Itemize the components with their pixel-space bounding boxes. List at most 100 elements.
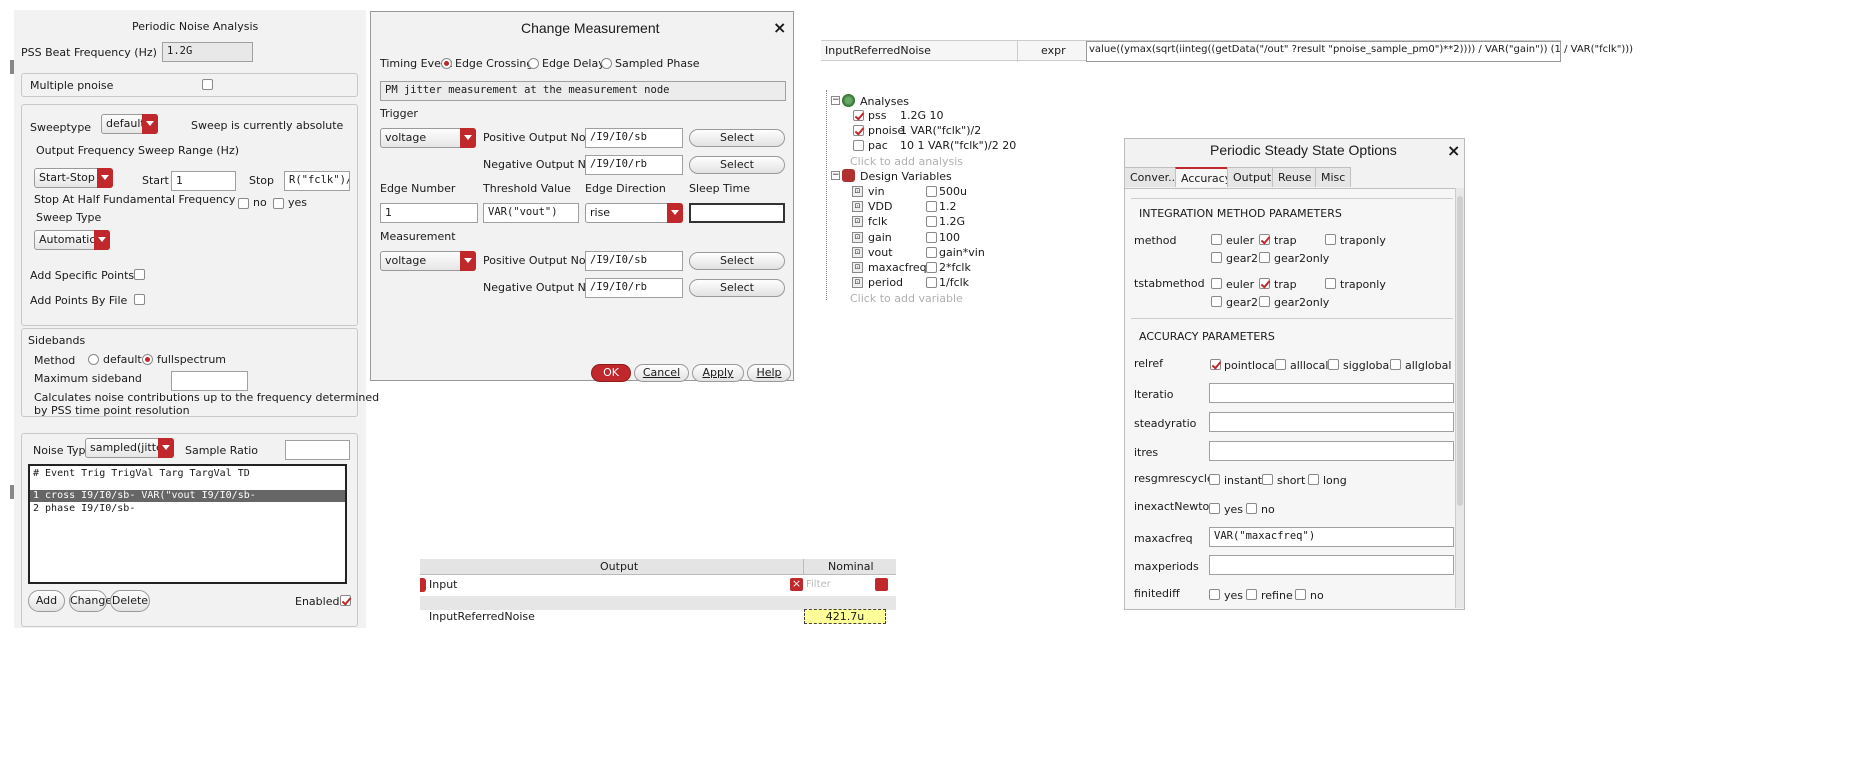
- help-button[interactable]: Help: [747, 364, 791, 382]
- trigger-neg-field[interactable]: /I9/I0/rb: [585, 155, 683, 175]
- table-row[interactable]: 1 cross I9/I0/sb- VAR("vout I9/I0/sb-: [33, 490, 256, 501]
- tstab-gear2only-checkbox[interactable]: [1259, 296, 1270, 307]
- pss-tab[interactable]: Reuse: [1272, 167, 1318, 187]
- meas-neg-select-button[interactable]: Select: [689, 279, 785, 297]
- analysis-1-checkbox[interactable]: [853, 125, 864, 136]
- inexact-yes-checkbox[interactable]: [1209, 503, 1220, 514]
- trigger-pos-select-button[interactable]: Select: [689, 129, 785, 147]
- pss-tab[interactable]: Misc: [1315, 167, 1352, 187]
- variable-value[interactable]: 500u: [939, 185, 967, 198]
- finitediff-yes-checkbox[interactable]: [1209, 589, 1220, 600]
- relref-alllocal-checkbox[interactable]: [1275, 359, 1286, 370]
- nominal-filter-placeholder[interactable]: Filter: [806, 579, 831, 590]
- trigger-neg-select-button[interactable]: Select: [689, 156, 785, 174]
- close-icon[interactable]: ×: [1447, 141, 1460, 160]
- half-no-checkbox[interactable]: [238, 198, 249, 209]
- lteratio-field[interactable]: [1209, 383, 1454, 403]
- range-dropdown[interactable]: Start-Stop: [34, 168, 113, 188]
- pss-tab[interactable]: Output: [1227, 167, 1278, 187]
- analysis-args[interactable]: 10 1 VAR("fclk")/2 20: [900, 139, 1016, 152]
- variable-checkbox[interactable]: [926, 186, 937, 197]
- table-row[interactable]: 2 phase I9/I0/sb-: [33, 503, 135, 514]
- relref-allglobal-checkbox[interactable]: [1390, 359, 1401, 370]
- tstab-trap-checkbox[interactable]: [1259, 278, 1270, 289]
- variable-name[interactable]: period: [868, 276, 903, 289]
- tstab-traponly-checkbox[interactable]: [1325, 278, 1336, 289]
- add-button[interactable]: Add: [28, 590, 65, 612]
- sweep-type-dropdown[interactable]: Automatic: [34, 230, 110, 250]
- variable-checkbox[interactable]: [926, 246, 937, 258]
- variable-value[interactable]: 2*fclk: [939, 261, 971, 274]
- steadyratio-field[interactable]: [1209, 412, 1454, 432]
- method-gear2-checkbox[interactable]: [1211, 252, 1222, 263]
- close-icon[interactable]: ×: [773, 18, 786, 37]
- resgm-instant-checkbox[interactable]: [1209, 474, 1220, 485]
- expression-value-cell[interactable]: value((ymax(sqrt(iinteg((getData("/out" …: [1086, 41, 1633, 62]
- itres-field[interactable]: [1209, 441, 1454, 461]
- sample-ratio-field[interactable]: [285, 440, 350, 460]
- noise-type-dropdown[interactable]: sampled(jitter): [85, 438, 174, 458]
- filter-dropdown-icon[interactable]: [875, 578, 888, 591]
- variable-value[interactable]: 100: [939, 231, 960, 244]
- ok-button[interactable]: OK: [591, 364, 631, 382]
- sweeptype-dropdown[interactable]: default: [101, 114, 158, 134]
- change-button[interactable]: Change: [69, 590, 112, 612]
- variable-name[interactable]: VDD: [868, 200, 892, 213]
- add-specific-points-checkbox[interactable]: [134, 269, 145, 280]
- analysis-0-checkbox[interactable]: [853, 110, 864, 121]
- edge-crossing-radio[interactable]: [441, 58, 452, 69]
- input-filter-value[interactable]: Input: [429, 578, 457, 591]
- meas-neg-field[interactable]: /I9/I0/rb: [585, 278, 683, 298]
- beat-frequency-field[interactable]: 1.2G: [162, 42, 253, 62]
- apply-button[interactable]: Apply: [692, 364, 744, 382]
- analysis-name[interactable]: pac: [868, 139, 888, 152]
- scrollbar-thumb[interactable]: [1457, 196, 1463, 506]
- add-variable-hint[interactable]: Click to add variable: [850, 292, 963, 305]
- sampled-phase-radio[interactable]: [601, 58, 612, 69]
- variable-name[interactable]: vout: [868, 246, 893, 259]
- analysis-2-checkbox[interactable]: [853, 140, 864, 151]
- variable-checkbox[interactable]: [926, 201, 937, 213]
- variable-name[interactable]: maxacfreq: [868, 261, 927, 274]
- maxacfreq-field[interactable]: VAR("maxacfreq"): [1209, 527, 1454, 547]
- resgm-short-checkbox[interactable]: [1262, 474, 1273, 485]
- analysis-name[interactable]: pss: [868, 109, 886, 122]
- method-trap-checkbox[interactable]: [1259, 234, 1270, 245]
- relref-pointlocal-checkbox[interactable]: [1210, 359, 1221, 370]
- variable-checkbox[interactable]: [926, 216, 937, 228]
- description-field[interactable]: PM jitter measurement at the measurement…: [380, 81, 786, 101]
- edge-direction-dropdown[interactable]: rise: [585, 203, 683, 223]
- method-default-radio[interactable]: [88, 354, 99, 365]
- trigger-pos-field[interactable]: /I9/I0/sb: [585, 128, 683, 148]
- tstab-gear2-checkbox[interactable]: [1211, 296, 1222, 307]
- edge-delay-radio[interactable]: [528, 58, 539, 69]
- variable-value[interactable]: 1.2G: [939, 215, 965, 228]
- max-sideband-field[interactable]: [171, 371, 248, 391]
- multiple-pnoise-checkbox[interactable]: [202, 79, 213, 90]
- threshold-field[interactable]: VAR("vout"): [483, 203, 579, 223]
- analysis-args[interactable]: 1.2G 10: [900, 109, 944, 122]
- start-field[interactable]: 1: [171, 171, 236, 191]
- method-euler-checkbox[interactable]: [1211, 234, 1222, 245]
- cancel-button[interactable]: Cancel: [634, 364, 689, 382]
- output-expression-row[interactable]: InputReferredNoise expr value((ymax(sqrt…: [821, 40, 1633, 62]
- clear-filter-icon[interactable]: ×: [790, 578, 803, 591]
- trigger-type-dropdown[interactable]: voltage: [380, 128, 476, 148]
- variable-value[interactable]: 1/fclk: [939, 276, 969, 289]
- edge-number-field[interactable]: 1: [380, 203, 478, 223]
- output-row-value-cell[interactable]: 421.7u: [804, 609, 886, 624]
- variable-name[interactable]: fclk: [868, 215, 887, 228]
- resgm-long-checkbox[interactable]: [1308, 474, 1319, 485]
- variable-name[interactable]: gain: [868, 231, 892, 244]
- method-fullspectrum-radio[interactable]: [142, 354, 153, 365]
- variable-checkbox[interactable]: [926, 231, 937, 243]
- meas-pos-select-button[interactable]: Select: [689, 252, 785, 270]
- finitediff-refine-checkbox[interactable]: [1246, 589, 1257, 600]
- half-yes-checkbox[interactable]: [273, 198, 284, 209]
- collapse-icon[interactable]: −: [831, 171, 840, 180]
- delete-button[interactable]: Delete: [110, 590, 150, 612]
- add-analysis-hint[interactable]: Click to add analysis: [850, 155, 963, 168]
- enabled-checkbox[interactable]: [340, 595, 351, 606]
- add-points-file-checkbox[interactable]: [134, 294, 145, 305]
- variable-checkbox[interactable]: [926, 277, 937, 289]
